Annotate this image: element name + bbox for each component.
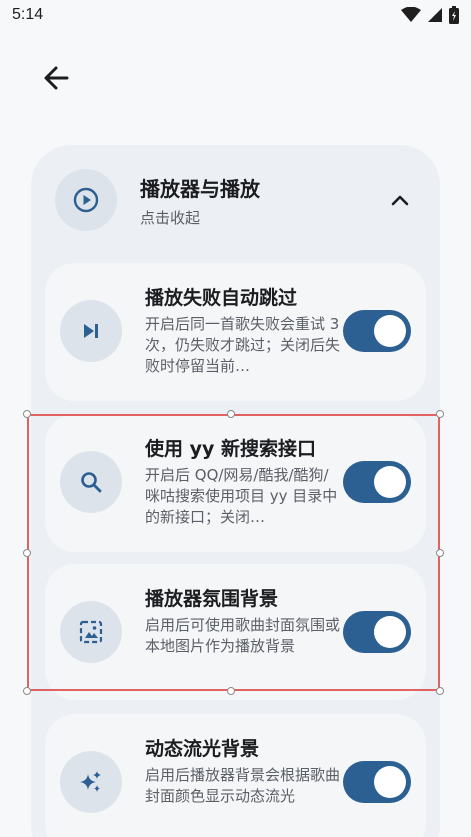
status-bar: 5:14: [0, 0, 471, 34]
setting-description: 启用后播放器背景会根据歌曲封面颜色显示动态流光: [145, 766, 341, 805]
status-time: 5:14: [12, 6, 44, 23]
ambient-background-toggle[interactable]: [343, 611, 411, 653]
selection-handle[interactable]: [23, 549, 31, 557]
image-icon: [60, 601, 122, 663]
setting-card-ambient-background[interactable]: 播放器氛围背景 启用后可使用歌曲封面氛围或本地图片作为播放背景: [45, 564, 426, 700]
group-subtitle: 点击收起: [140, 209, 201, 227]
wifi-icon: [401, 6, 421, 27]
toggle-thumb: [374, 766, 406, 798]
status-icons: [401, 6, 459, 28]
setting-card-auto-skip[interactable]: 播放失败自动跳过 开启后同一首歌失败会重试 3 次，仍失败才跳过；关闭后失败时停…: [45, 263, 426, 401]
selection-handle[interactable]: [23, 687, 31, 695]
back-button[interactable]: [36, 60, 76, 100]
selection-handle[interactable]: [23, 410, 31, 418]
chevron-up-icon: [390, 192, 410, 211]
search-icon: [60, 451, 122, 513]
setting-title: 使用 yy 新搜索接口: [145, 438, 317, 460]
setting-card-dynamic-glow[interactable]: 动态流光背景 启用后播放器背景会根据歌曲封面颜色显示动态流光: [45, 714, 426, 837]
arrow-back-icon: [41, 63, 71, 97]
setting-title: 动态流光背景: [145, 738, 260, 760]
battery-charging-icon: [449, 6, 459, 28]
toggle-thumb: [374, 616, 406, 648]
group-title: 播放器与播放: [140, 177, 260, 201]
play-circle-icon: [55, 169, 117, 231]
setting-description: 启用后可使用歌曲封面氛围或本地图片作为播放背景: [145, 616, 341, 655]
cellular-signal-icon: [427, 7, 443, 27]
toggle-thumb: [374, 466, 406, 498]
toggle-thumb: [374, 315, 406, 347]
collapse-button[interactable]: [384, 185, 416, 217]
setting-card-yy-search[interactable]: 使用 yy 新搜索接口 开启后 QQ/网易/酷我/酷狗/咪咕搜索使用项目 yy …: [45, 414, 426, 552]
group-header-player-playback[interactable]: 播放器与播放 点击收起: [31, 165, 440, 237]
dynamic-glow-toggle[interactable]: [343, 761, 411, 803]
setting-description: 开启后同一首歌失败会重试 3 次，仍失败才跳过；关闭后失败时停留当前…: [145, 315, 341, 375]
setting-title: 播放器氛围背景: [145, 588, 279, 610]
yy-search-toggle[interactable]: [343, 461, 411, 503]
sparkle-icon: [60, 751, 122, 813]
setting-description: 开启后 QQ/网易/酷我/酷狗/咪咕搜索使用项目 yy 目录中的新接口；关闭…: [145, 466, 338, 526]
auto-skip-toggle[interactable]: [343, 310, 411, 352]
setting-title: 播放失败自动跳过: [145, 287, 298, 309]
skip-next-icon: [60, 300, 122, 362]
